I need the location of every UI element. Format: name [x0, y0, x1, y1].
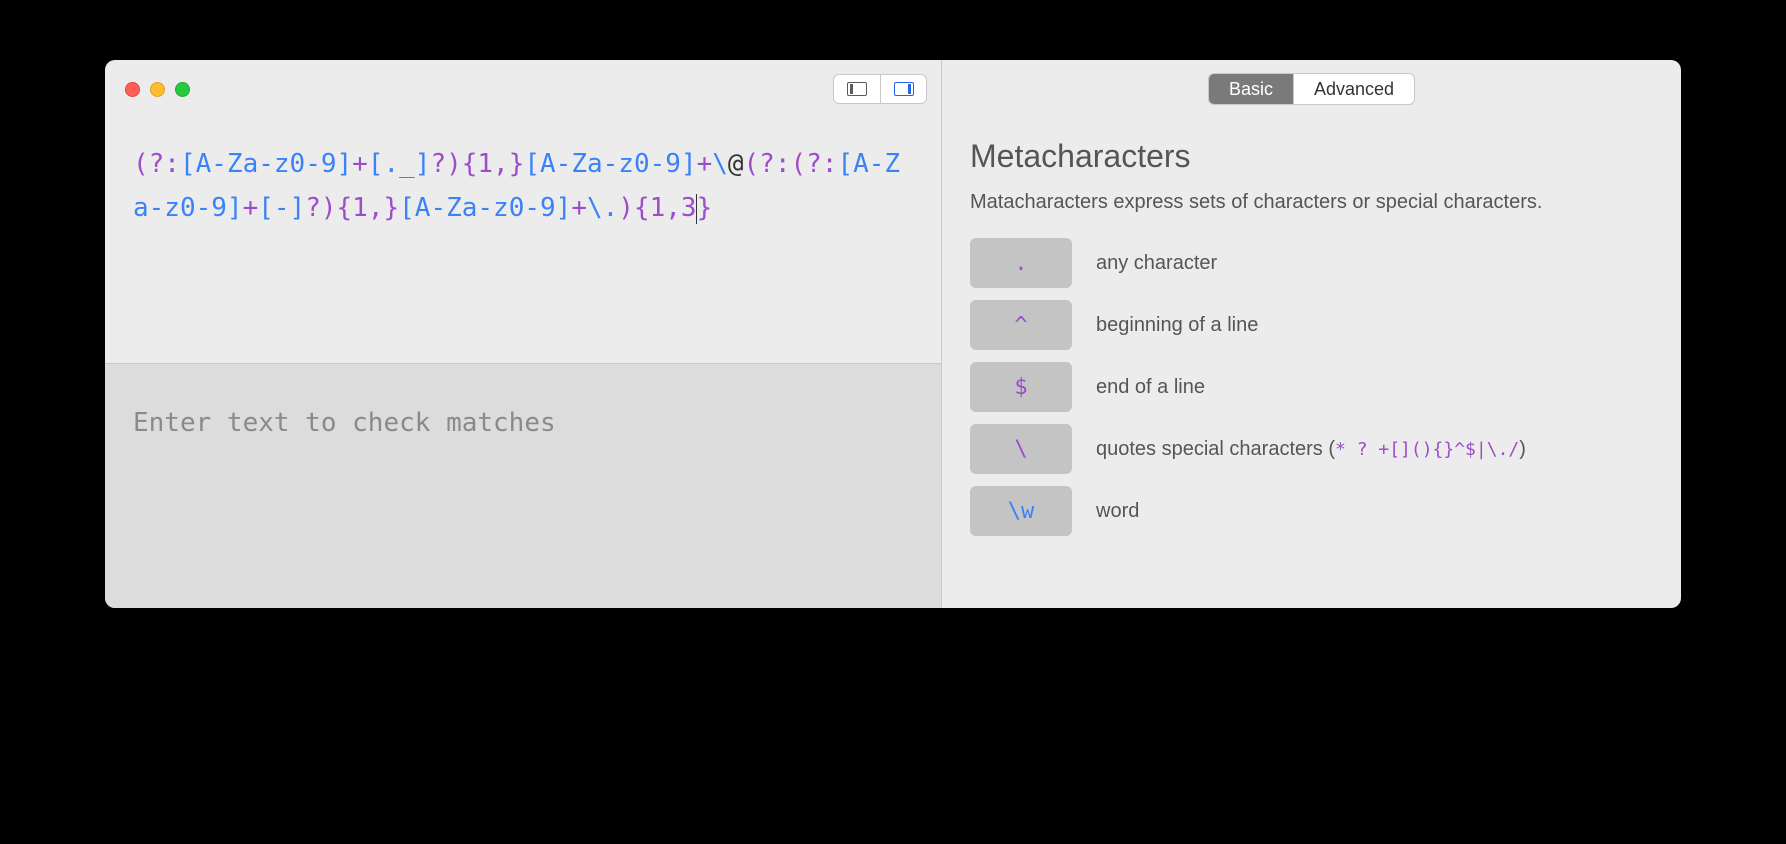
regex-token-escape: \. [587, 193, 618, 223]
traffic-lights [119, 82, 190, 97]
regex-token-quant: + [352, 149, 368, 179]
regex-token-quant: {1,3 [634, 193, 697, 223]
app-window: (?:[A-Za-z0-9]+[._]?){1,}[A-Za-z0-9]+\@(… [105, 60, 1681, 608]
regex-token-quant: {1,} [337, 193, 400, 223]
metacharacter-item[interactable]: ^ beginning of a line [970, 300, 1653, 350]
sidebar-left-icon [847, 82, 867, 96]
regex-token-quant: {1,} [462, 149, 525, 179]
section-title: Metacharacters [970, 138, 1653, 175]
test-placeholder: Enter text to check matches [133, 408, 913, 438]
metacharacter-desc: word [1096, 498, 1139, 524]
reference-section: Metacharacters Matacharacters express se… [942, 118, 1681, 556]
close-icon[interactable] [125, 82, 140, 97]
regex-token-quant: + [697, 149, 713, 179]
metacharacter-chip: \w [970, 486, 1072, 536]
titlebar [105, 60, 941, 118]
metacharacter-chip: $ [970, 362, 1072, 412]
metacharacter-item[interactable]: $ end of a line [970, 362, 1653, 412]
metacharacter-desc: any character [1096, 250, 1217, 276]
regex-token-class: [A-Za-z0-9] [180, 149, 352, 179]
zoom-icon[interactable] [175, 82, 190, 97]
regex-token-class: [A-Za-z0-9] [524, 149, 696, 179]
regex-token-quant: ?) [305, 193, 336, 223]
regex-token-class: [-] [258, 193, 305, 223]
regex-token-class: [._] [368, 149, 431, 179]
tab-advanced[interactable]: Advanced [1293, 74, 1414, 104]
metacharacter-desc: end of a line [1096, 374, 1205, 400]
metacharacter-chip: \ [970, 424, 1072, 474]
section-desc: Matacharacters express sets of character… [970, 189, 1653, 216]
minimize-icon[interactable] [150, 82, 165, 97]
metacharacter-item[interactable]: . any character [970, 238, 1653, 288]
view-toggle [833, 74, 927, 104]
regex-token: } [697, 193, 713, 223]
metacharacter-item[interactable]: \ quotes special characters (* ? +[](){}^… [970, 424, 1653, 474]
regex-token-quant: ) [618, 193, 634, 223]
regex-token-escape: \ [712, 149, 728, 179]
regex-token-quant: + [571, 193, 587, 223]
metacharacter-chip: ^ [970, 300, 1072, 350]
sidebar-right-icon [894, 82, 914, 96]
left-pane: (?:[A-Za-z0-9]+[._]?){1,}[A-Za-z0-9]+\@(… [105, 60, 942, 608]
regex-token-group: (?: [133, 149, 180, 179]
metacharacter-desc: beginning of a line [1096, 312, 1258, 338]
metacharacter-list: . any character ^ beginning of a line $ end o… [970, 238, 1653, 536]
regex-input[interactable]: (?:[A-Za-z0-9]+[._]?){1,}[A-Za-z0-9]+\@(… [105, 118, 941, 363]
right-titlebar: Basic Advanced [942, 60, 1681, 118]
metacharacter-chip: . [970, 238, 1072, 288]
tab-basic[interactable]: Basic [1209, 74, 1293, 104]
metacharacter-desc: quotes special characters (* ? +[](){}^$… [1096, 436, 1526, 462]
regex-token-class: [A-Za-z0-9] [399, 193, 571, 223]
regex-token-group: (?:(?: [744, 149, 838, 179]
regex-token-quant: ?) [430, 149, 461, 179]
test-input[interactable]: Enter text to check matches [105, 363, 941, 608]
right-pane: Basic Advanced Metacharacters Matacharac… [942, 60, 1681, 608]
metacharacter-item[interactable]: \w word [970, 486, 1653, 536]
regex-token-quant: + [243, 193, 259, 223]
reference-tabs: Basic Advanced [1208, 73, 1415, 105]
view-right-button[interactable] [880, 75, 926, 103]
view-left-button[interactable] [834, 75, 880, 103]
regex-token-lit: @ [728, 149, 744, 179]
